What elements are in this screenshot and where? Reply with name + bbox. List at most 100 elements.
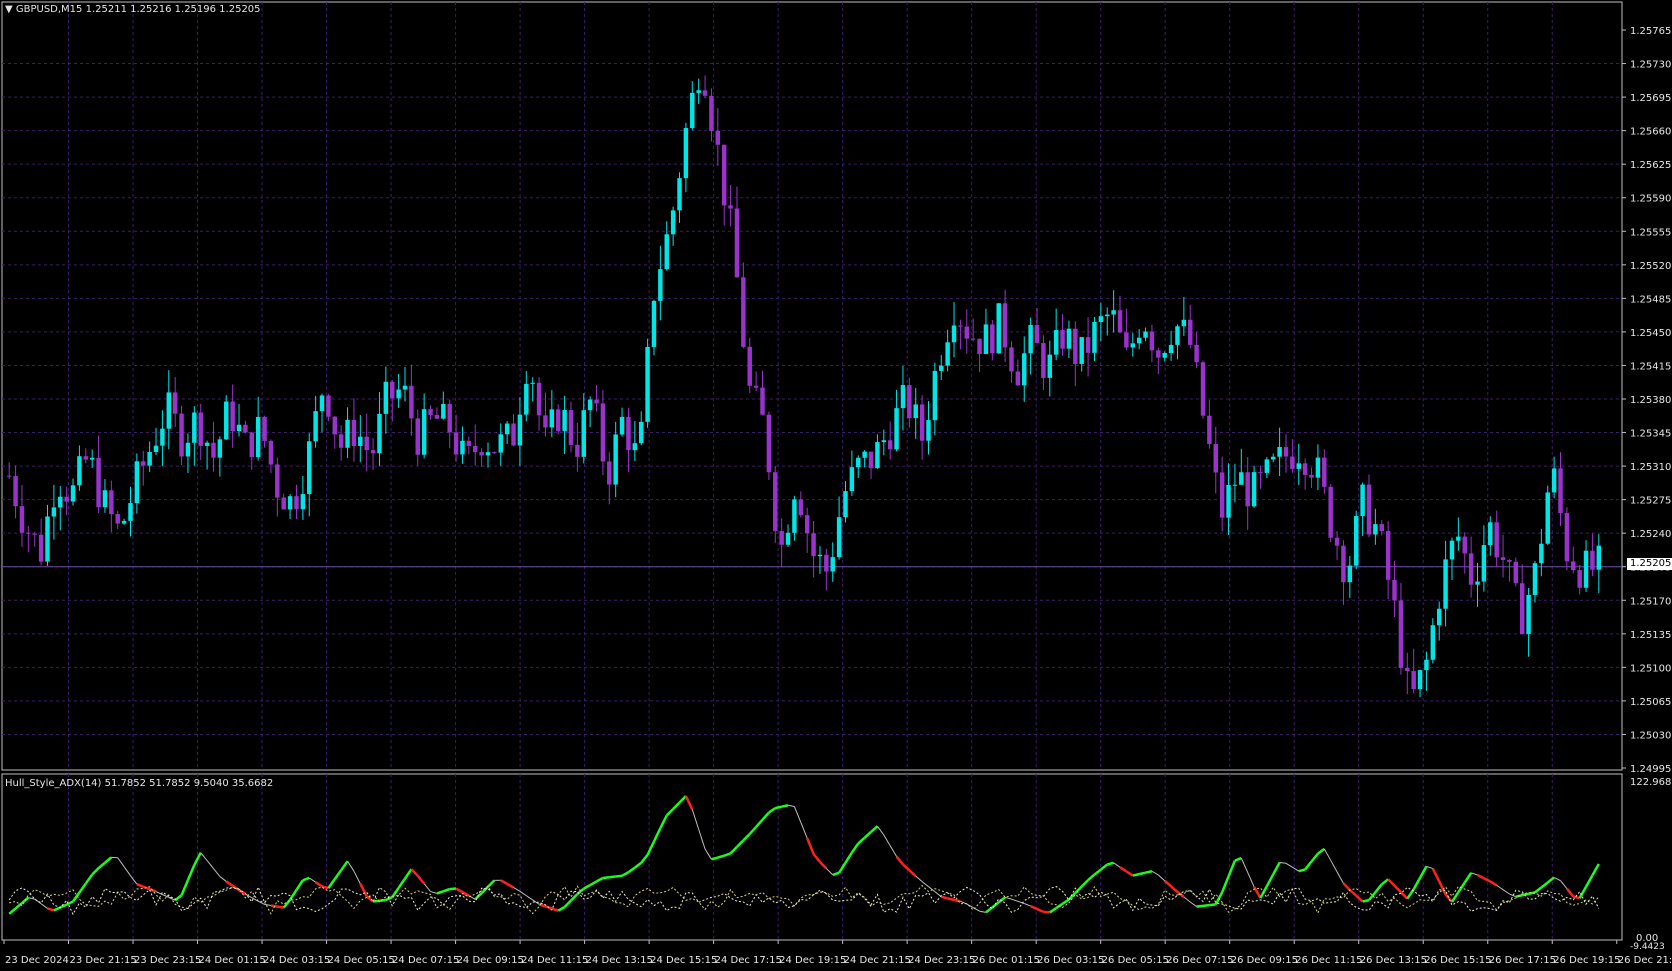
candle-body — [1022, 353, 1027, 386]
adx-segment — [1310, 852, 1319, 863]
adx-segment — [895, 855, 904, 866]
price-label: 1.25170 — [1630, 596, 1671, 607]
candle-body — [370, 450, 376, 454]
adx-segment — [333, 869, 343, 880]
price-label: 1.25590 — [1630, 194, 1671, 205]
adx-segment — [1292, 866, 1300, 872]
candle-body — [568, 410, 574, 445]
candle-body — [166, 392, 172, 429]
candle-body — [594, 399, 599, 404]
adx-segment — [97, 861, 106, 870]
candle-body — [172, 392, 178, 414]
price-label: 1.25345 — [1630, 429, 1671, 440]
adx-segment — [583, 883, 591, 890]
adx-segment — [1502, 889, 1510, 895]
adx-segment — [557, 905, 566, 912]
candle-body — [1417, 670, 1423, 689]
candle-body — [856, 457, 861, 468]
candle-body — [1436, 608, 1442, 626]
adx-segment — [717, 854, 725, 859]
candle-body — [262, 416, 267, 441]
candle-body — [638, 421, 644, 444]
candle-body — [1149, 331, 1155, 351]
adx-segment — [1560, 880, 1568, 889]
candle-body — [26, 532, 31, 534]
candle-body — [1079, 337, 1084, 364]
candle-body — [658, 269, 663, 301]
candle-body — [204, 442, 210, 446]
adx-segment — [781, 804, 789, 808]
candle-body — [1264, 459, 1270, 473]
adx-segment — [863, 831, 872, 839]
candle-body — [1443, 559, 1448, 609]
time-label: 24 Dec 13:15 — [586, 955, 653, 966]
adx-segment — [1572, 895, 1580, 900]
candle-body — [230, 401, 235, 432]
candle-body — [536, 382, 542, 416]
adx-segment — [1342, 882, 1351, 891]
adx-segment — [672, 801, 681, 810]
time-label: 26 Dec 05:15 — [1102, 955, 1169, 966]
adx-segment — [1546, 876, 1555, 884]
adx-segment — [1240, 857, 1249, 873]
adx-segment — [78, 882, 87, 894]
adx-segment — [1285, 862, 1293, 868]
candle-body — [1590, 550, 1595, 570]
candle-body — [747, 346, 752, 386]
candle-body — [351, 419, 357, 446]
candle-body — [45, 516, 50, 562]
price-label: 1.25730 — [1630, 60, 1671, 71]
candle-body — [236, 424, 242, 432]
candle-body — [613, 434, 618, 485]
candle-body — [13, 476, 18, 507]
adx-segment — [442, 887, 451, 893]
candle-body — [1526, 594, 1531, 634]
candle-body — [1494, 522, 1499, 558]
candle-body — [817, 554, 823, 557]
adx-segment — [480, 885, 489, 895]
adx-segment — [729, 846, 738, 855]
adx-segment — [1431, 867, 1441, 883]
adx-segment — [474, 892, 483, 901]
adx-segment — [1093, 868, 1102, 876]
adx-segment — [1412, 877, 1422, 890]
candle-body — [785, 532, 791, 545]
adx-segment — [353, 870, 361, 884]
trading-chart[interactable]: 1.25765 1.25730 1.25695 1.25660 1.25625 1.255… — [0, 0, 1672, 971]
candle-body — [160, 428, 165, 446]
adx-segment — [526, 895, 533, 901]
adx-segment — [793, 806, 802, 823]
adx-segment — [506, 882, 515, 889]
adx-segment — [870, 825, 879, 833]
adx-segment — [723, 852, 732, 857]
time-label: 24 Dec 23:15 — [908, 955, 975, 966]
candle-body — [913, 404, 918, 419]
candle-body — [530, 382, 535, 384]
price-label: 1.25135 — [1630, 630, 1671, 641]
candle-body — [19, 506, 25, 533]
candle-body — [141, 461, 146, 466]
adx-segment — [84, 873, 94, 885]
candle-body — [1034, 325, 1040, 344]
adx-segment — [136, 883, 144, 888]
adx-segment — [186, 864, 196, 881]
candle-body — [345, 419, 350, 448]
candle-body — [951, 325, 957, 343]
candle-body — [441, 403, 446, 419]
candle-body — [1558, 468, 1563, 514]
price-label: 1.25695 — [1630, 93, 1671, 104]
candle-body — [153, 445, 159, 452]
candle-body — [632, 443, 638, 451]
adx-segment — [59, 903, 68, 909]
adx-segment — [1049, 907, 1057, 914]
price-label: 1.25065 — [1630, 697, 1671, 708]
candle-body — [830, 557, 835, 572]
chart-canvas[interactable]: 1.25765 1.25730 1.25695 1.25660 1.25625 1.255… — [0, 0, 1672, 971]
candle-body — [1066, 328, 1072, 349]
candle-body — [1532, 563, 1538, 595]
adx-segment — [902, 863, 911, 872]
adx-segment — [736, 839, 745, 848]
time-label: 23 Dec 21:15 — [70, 955, 137, 966]
candle-body — [1098, 316, 1104, 322]
candle-body — [121, 520, 127, 524]
